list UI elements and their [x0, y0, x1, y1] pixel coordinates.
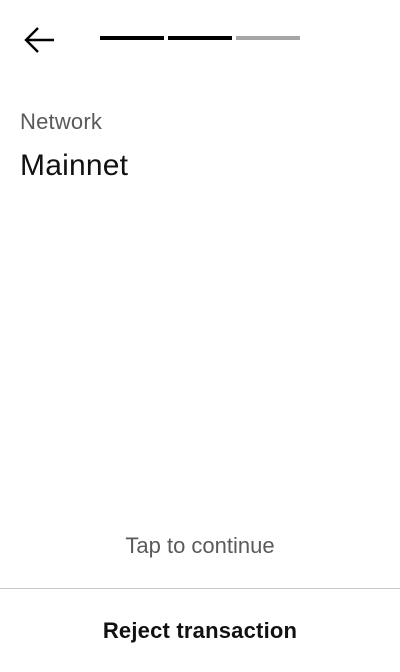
network-value: Mainnet	[20, 149, 129, 182]
transaction-detail: Network Mainnet	[20, 108, 380, 184]
back-button[interactable]	[20, 22, 60, 58]
header	[0, 0, 400, 80]
tap-to-continue-hint[interactable]: Tap to continue	[0, 532, 400, 560]
arrow-left-icon	[24, 27, 54, 53]
progress-step-1	[100, 36, 164, 40]
progress-step-2	[168, 36, 232, 40]
reject-transaction-button[interactable]: Reject transaction	[0, 589, 400, 672]
progress-indicator	[100, 36, 300, 40]
network-label: Network	[20, 109, 103, 134]
progress-step-3	[236, 36, 300, 40]
